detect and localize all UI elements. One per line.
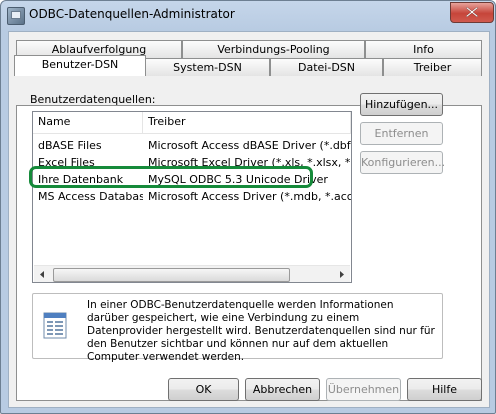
close-button[interactable] [450,2,494,23]
tab-benutzer-dsn[interactable]: Benutzer-DSN [14,55,146,76]
tab-label: Datei-DSN [298,61,355,74]
horizontal-scrollbar[interactable] [34,265,350,282]
tab-label: Info [413,43,434,56]
dsn-name: dBASE Files [38,139,102,152]
user-dsn-list[interactable]: Name Treiber dBASE Files Microsoft Acces… [32,111,352,283]
remove-button[interactable]: Entfernen [360,122,443,145]
list-item[interactable]: dBASE Files Microsoft Access dBASE Drive… [33,137,351,154]
dsn-name: MS Access Database [38,190,143,203]
info-box: In einer ODBC-Benutzerdatenquelle werden… [32,293,443,363]
data-source-document-icon [41,310,69,340]
tab-datei-dsn[interactable]: Datei-DSN [270,58,383,76]
tab-treiber[interactable]: Treiber [383,58,482,76]
column-header-driver[interactable]: Treiber [143,112,351,134]
tab-info[interactable]: Info [365,40,482,58]
tab-verbindungs-pooling[interactable]: Verbindungs-Pooling [182,40,365,58]
user-dsn-list-label: Benutzerdatenquellen: [30,93,156,106]
list-item[interactable]: MS Access Database Microsoft Access Driv… [33,188,351,205]
info-description: In einer ODBC-Benutzerdatenquelle werden… [87,299,435,363]
tab-label: Treiber [413,61,452,74]
tab-system-dsn[interactable]: System-DSN [145,58,270,76]
tab-label: Verbindungs-Pooling [217,43,330,56]
configure-button[interactable]: Konfigurieren... [360,151,445,174]
cancel-button[interactable]: Abbrechen [245,378,320,401]
highlight-annotation [29,166,313,188]
help-button[interactable]: Hilfe [407,378,482,401]
dsn-driver: Microsoft Access dBASE Driver (*.dbf, *.… [148,139,351,152]
dialog-client-area: Ablaufverfolgung Verbindungs-Pooling Inf… [8,31,490,408]
odbc-admin-window: ODBC-Datenquellen-Administrator Ablaufve… [0,0,496,414]
window-title: ODBC-Datenquellen-Administrator [29,7,235,21]
apply-button[interactable]: Übernehmen [326,378,401,401]
odbc-app-icon [7,7,25,25]
scroll-left-arrow-icon[interactable] [34,266,51,282]
add-button[interactable]: Hinzufügen... [360,93,443,116]
tab-label: Benutzer-DSN [41,58,119,71]
tab-label: System-DSN [173,61,242,74]
close-icon [466,7,478,17]
column-header-name[interactable]: Name [33,112,143,134]
scrollbar-thumb[interactable] [53,268,290,282]
dsn-driver: Microsoft Access Driver (*.mdb, *.accdb) [148,190,351,203]
scroll-right-arrow-icon[interactable] [333,266,350,282]
ok-button[interactable]: OK [168,378,239,401]
title-bar[interactable]: ODBC-Datenquellen-Administrator [1,1,495,29]
